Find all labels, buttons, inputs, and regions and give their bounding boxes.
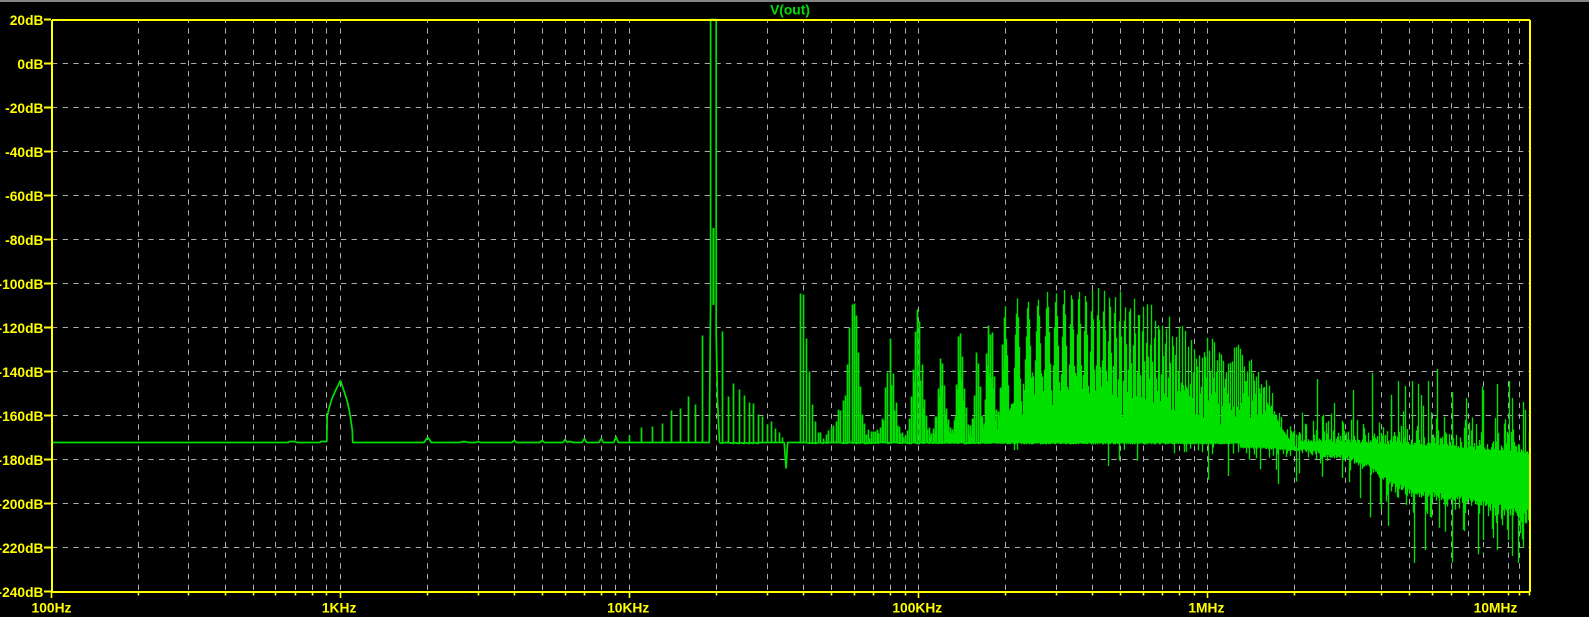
svg-text:-180dB: -180dB [0, 453, 44, 468]
svg-text:100KHz: 100KHz [892, 600, 942, 615]
svg-text:-140dB: -140dB [0, 365, 44, 380]
svg-text:100Hz: 100Hz [32, 600, 72, 615]
svg-text:-160dB: -160dB [0, 409, 44, 424]
svg-text:1MHz: 1MHz [1188, 600, 1224, 615]
svg-text:V(out): V(out) [770, 3, 810, 18]
svg-text:1KHz: 1KHz [322, 600, 357, 615]
svg-text:-220dB: -220dB [0, 541, 44, 556]
svg-text:-60dB: -60dB [5, 189, 43, 204]
svg-text:-100dB: -100dB [0, 277, 44, 292]
svg-text:10KHz: 10KHz [607, 600, 649, 615]
svg-text:0dB: 0dB [17, 57, 43, 72]
svg-text:-40dB: -40dB [5, 145, 43, 160]
svg-text:20dB: 20dB [10, 13, 44, 28]
svg-text:10MHz: 10MHz [1474, 600, 1518, 615]
svg-text:-120dB: -120dB [0, 321, 44, 336]
svg-text:-80dB: -80dB [5, 233, 43, 248]
svg-text:-200dB: -200dB [0, 497, 44, 512]
svg-text:-240dB: -240dB [0, 585, 44, 600]
svg-text:-20dB: -20dB [5, 101, 43, 116]
